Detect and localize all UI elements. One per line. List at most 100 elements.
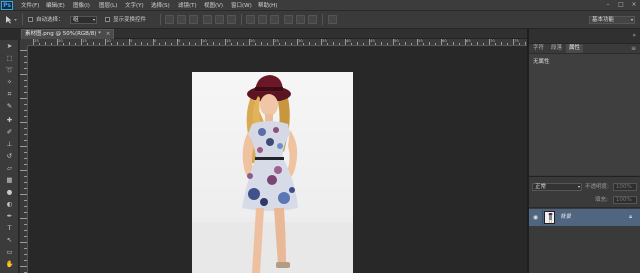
gradient-tool-icon[interactable]: ▦ — [3, 176, 16, 185]
auto-select-checkbox[interactable] — [28, 17, 33, 22]
minimize-icon[interactable]: – — [603, 1, 613, 9]
history-brush-tool-icon[interactable]: ↺ — [3, 152, 16, 161]
horizontal-ruler[interactable]: 25 20 15 10 5 0 5 10 15 20 25 30 35 40 45 50 55 60 65 70 75 — [28, 39, 527, 46]
show-transform-checkbox[interactable] — [105, 17, 110, 22]
menu-edit[interactable]: 编辑(E) — [46, 2, 65, 10]
ruler-tick — [24, 152, 27, 153]
marquee-tool-icon[interactable]: ⬚ — [3, 54, 16, 63]
menu-filter[interactable]: 滤镜(T) — [178, 2, 197, 10]
close-icon[interactable]: × — [629, 1, 639, 9]
ruler-minor-tick — [333, 42, 334, 45]
menu-file[interactable]: 文件(F) — [21, 2, 39, 10]
distribute-bottom-button[interactable] — [270, 15, 279, 24]
maximize-icon[interactable]: □ — [616, 1, 626, 9]
layer-name[interactable]: 背景 — [560, 213, 571, 221]
menu-view[interactable]: 视图(V) — [204, 2, 223, 10]
move-icon — [6, 16, 17, 24]
fill-input[interactable]: 100% — [613, 196, 637, 204]
ruler-minor-tick — [351, 43, 352, 45]
ruler-minor-tick — [165, 42, 166, 45]
tab-paragraph[interactable]: 段落 — [548, 44, 565, 53]
ruler-minor-tick — [63, 43, 64, 45]
menu-image[interactable]: 图像(I) — [73, 2, 90, 10]
vertical-ruler[interactable] — [20, 46, 28, 273]
healing-brush-tool-icon[interactable]: ✚ — [3, 116, 16, 125]
align-right-edges-button[interactable] — [227, 15, 236, 24]
ruler-origin[interactable] — [20, 39, 28, 46]
opacity-input[interactable]: 100% — [613, 183, 637, 191]
close-tab-icon[interactable]: × — [106, 31, 111, 37]
ruler-tick — [20, 218, 27, 219]
menu-help[interactable]: 帮助(H) — [258, 2, 277, 10]
brush-tool-icon[interactable]: ✐ — [3, 128, 16, 137]
distribute-left-button[interactable] — [284, 15, 293, 24]
align-left-edges-button[interactable] — [203, 15, 212, 24]
ruler-minor-tick — [279, 43, 280, 45]
ruler-tick — [24, 254, 27, 255]
menu-type[interactable]: 文字(Y) — [125, 2, 144, 10]
clone-stamp-tool-icon[interactable]: ⊥ — [3, 140, 16, 149]
pen-tool-icon[interactable]: ✒ — [3, 212, 16, 221]
distribute-right-button[interactable] — [308, 15, 317, 24]
tab-properties[interactable]: 属性 — [566, 44, 584, 53]
quick-select-tool-icon[interactable]: ✧ — [3, 78, 16, 87]
eraser-tool-icon[interactable]: ▱ — [3, 164, 16, 173]
ruler-minor-tick — [405, 42, 406, 45]
fill-label: 填充: — [595, 197, 608, 203]
document-image[interactable] — [192, 72, 353, 273]
layer-row[interactable]: ◉ 背景 🔒︎ — [529, 209, 640, 226]
distribute-vcenter-button[interactable] — [258, 15, 267, 24]
ruler-minor-tick — [381, 42, 382, 45]
separator — [322, 14, 323, 25]
blur-tool-icon[interactable]: ● — [3, 188, 16, 197]
align-top-edges-button[interactable] — [165, 15, 174, 24]
ruler-tick — [20, 122, 27, 123]
ruler-tick — [24, 110, 27, 111]
auto-align-button[interactable] — [328, 15, 337, 24]
distribute-hcenter-button[interactable] — [296, 15, 305, 24]
lasso-tool-icon[interactable]: ➰ — [3, 66, 16, 75]
chevron-down-icon: ▾ — [630, 17, 633, 22]
move-tool-preset[interactable] — [4, 15, 18, 24]
path-select-tool-icon[interactable]: ↖ — [3, 236, 16, 245]
ruler-minor-tick — [213, 42, 214, 45]
document-tab-bar: 素材图.png @ 50%(RGB/8) * × — [20, 29, 527, 39]
menu-window[interactable]: 窗口(W) — [231, 2, 252, 10]
eye-icon[interactable]: ◉ — [531, 213, 540, 222]
menu-select[interactable]: 选择(S) — [151, 2, 170, 10]
menu-layer[interactable]: 图层(L) — [99, 2, 117, 10]
hand-tool-icon[interactable]: ✋ — [3, 260, 16, 269]
panel-menu-icon[interactable]: ≡ — [631, 44, 636, 53]
ruler-minor-tick — [315, 43, 316, 45]
workspace-dropdown[interactable]: 基本功能 ▾ — [589, 16, 635, 24]
collapse-panels-icon[interactable]: » — [632, 32, 636, 39]
auto-select-dropdown[interactable]: 组 ▾ — [70, 16, 97, 24]
crop-tool-icon[interactable]: ⌗ — [3, 90, 16, 99]
blend-mode-dropdown[interactable]: 正常 ▾ — [532, 183, 582, 191]
menu-bar: Ps 文件(F) 编辑(E) 图像(I) 图层(L) 文字(Y) 选择(S) 滤… — [0, 0, 640, 11]
align-horizontal-centers-button[interactable] — [215, 15, 224, 24]
ruler-tick — [24, 206, 27, 207]
align-vertical-centers-button[interactable] — [177, 15, 186, 24]
shape-tool-icon[interactable]: ▭ — [3, 248, 16, 257]
eyedropper-tool-icon[interactable]: ✎ — [3, 102, 16, 111]
separator — [160, 14, 161, 25]
ruler-number: 5 — [178, 39, 181, 43]
ruler-minor-tick — [219, 43, 220, 45]
tab-character[interactable]: 字符 — [530, 44, 547, 53]
chevron-down-icon: ▾ — [577, 184, 580, 189]
model-photo — [192, 75, 353, 273]
ruler-minor-tick — [303, 43, 304, 45]
distribute-top-button[interactable] — [246, 15, 255, 24]
type-tool-icon[interactable]: T — [3, 224, 16, 233]
ruler-minor-tick — [519, 43, 520, 45]
align-bottom-edges-button[interactable] — [189, 15, 198, 24]
ruler-minor-tick — [189, 42, 190, 45]
dodge-tool-icon[interactable]: ◐ — [3, 200, 16, 209]
move-tool-icon[interactable]: ➤ — [3, 42, 16, 51]
ruler-tick — [20, 74, 27, 75]
panel-collapse-bar: » — [529, 29, 640, 44]
ruler-tick — [24, 104, 27, 105]
document-tab[interactable]: 素材图.png @ 50%(RGB/8) * × — [21, 29, 115, 39]
tools-panel: ➤ ⬚ ➰ ✧ ⌗ ✎ ✚ ✐ ⊥ ↺ ▱ ▦ ● ◐ ✒ T ↖ ▭ ✋ — [0, 40, 19, 273]
